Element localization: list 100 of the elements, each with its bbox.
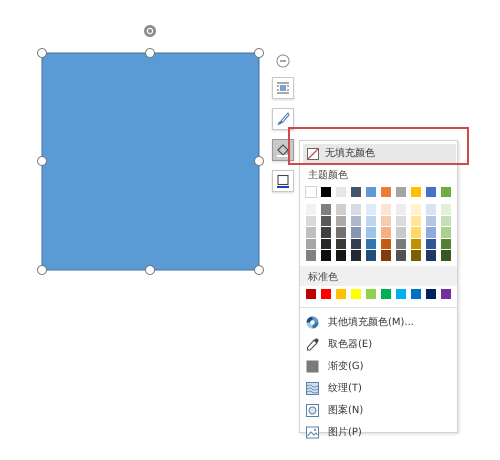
color-swatch[interactable] bbox=[351, 187, 361, 197]
color-swatch[interactable] bbox=[426, 250, 436, 260]
color-swatch[interactable] bbox=[321, 216, 331, 226]
menu-item[interactable]: 其他填充颜色(M)... bbox=[300, 312, 457, 334]
resize-handle[interactable] bbox=[145, 48, 155, 58]
color-swatch[interactable] bbox=[381, 216, 391, 226]
color-swatch[interactable] bbox=[351, 216, 361, 226]
color-swatch[interactable] bbox=[411, 227, 421, 238]
toolbar-button[interactable] bbox=[272, 170, 294, 192]
color-swatch[interactable] bbox=[441, 216, 451, 226]
color-swatch[interactable] bbox=[396, 288, 406, 298]
color-swatch[interactable] bbox=[351, 238, 361, 249]
color-swatch[interactable] bbox=[426, 288, 436, 298]
color-swatch[interactable] bbox=[381, 187, 391, 197]
menu-item[interactable]: 图案(N) bbox=[300, 400, 457, 422]
color-swatch[interactable] bbox=[321, 204, 331, 214]
color-swatch[interactable] bbox=[441, 288, 451, 298]
no-fill-icon bbox=[307, 148, 319, 160]
color-swatch[interactable] bbox=[411, 250, 421, 260]
no-fill-item[interactable]: 无填充颜色 bbox=[303, 144, 456, 163]
color-swatch[interactable] bbox=[396, 227, 406, 238]
color-swatch[interactable] bbox=[426, 238, 436, 249]
color-swatch[interactable] bbox=[381, 204, 391, 214]
color-swatch[interactable] bbox=[321, 250, 331, 260]
color-swatch[interactable] bbox=[381, 288, 391, 298]
section-label: 主题颜色 bbox=[307, 168, 349, 183]
color-swatch[interactable] bbox=[306, 288, 316, 298]
color-swatch[interactable] bbox=[381, 238, 391, 249]
color-swatch[interactable] bbox=[411, 288, 421, 298]
color-swatch[interactable] bbox=[441, 187, 451, 197]
color-swatch[interactable] bbox=[366, 250, 376, 260]
color-swatch[interactable] bbox=[441, 204, 451, 214]
color-swatch[interactable] bbox=[441, 227, 451, 238]
menu-item[interactable]: 取色器(E) bbox=[300, 334, 457, 356]
color-wheel-icon bbox=[306, 316, 319, 329]
resize-handle[interactable] bbox=[254, 156, 264, 166]
color-swatch[interactable] bbox=[336, 204, 346, 214]
collapse-button[interactable] bbox=[276, 54, 290, 68]
color-swatch[interactable] bbox=[396, 204, 406, 214]
color-swatch[interactable] bbox=[381, 250, 391, 260]
color-swatch[interactable] bbox=[381, 227, 391, 238]
pattern-icon bbox=[306, 404, 319, 417]
color-swatch[interactable] bbox=[366, 187, 376, 197]
gradient-icon bbox=[306, 360, 319, 373]
color-swatch[interactable] bbox=[396, 238, 406, 249]
color-swatch[interactable] bbox=[321, 238, 331, 249]
color-swatch[interactable] bbox=[351, 288, 361, 298]
color-swatch[interactable] bbox=[336, 216, 346, 226]
color-swatch[interactable] bbox=[396, 187, 406, 197]
color-swatch[interactable] bbox=[426, 227, 436, 238]
toolbar-button[interactable] bbox=[272, 139, 294, 161]
color-swatch[interactable] bbox=[426, 216, 436, 226]
menu-item[interactable]: 纹理(T) bbox=[300, 378, 457, 400]
color-swatch[interactable] bbox=[336, 187, 346, 197]
menu-item[interactable]: 渐变(G) bbox=[300, 356, 457, 378]
menu-item[interactable]: 图片(P) bbox=[300, 422, 457, 444]
resize-handle[interactable] bbox=[37, 48, 47, 58]
color-swatch[interactable] bbox=[366, 216, 376, 226]
color-swatch[interactable] bbox=[351, 227, 361, 238]
color-swatch[interactable] bbox=[306, 204, 316, 214]
resize-handle[interactable] bbox=[254, 48, 264, 58]
color-swatch[interactable] bbox=[321, 288, 331, 298]
resize-handle[interactable] bbox=[37, 265, 47, 275]
toolbar-button[interactable] bbox=[272, 77, 294, 99]
color-swatch[interactable] bbox=[396, 250, 406, 260]
rotate-handle[interactable] bbox=[144, 25, 156, 37]
color-swatch[interactable] bbox=[366, 227, 376, 238]
color-swatch[interactable] bbox=[366, 238, 376, 249]
border-icon bbox=[276, 174, 290, 188]
color-swatch[interactable] bbox=[336, 288, 346, 298]
resize-handle[interactable] bbox=[145, 265, 155, 275]
color-swatch[interactable] bbox=[396, 216, 406, 226]
color-swatch[interactable] bbox=[411, 216, 421, 226]
color-swatch[interactable] bbox=[426, 204, 436, 214]
toolbar-button[interactable] bbox=[272, 108, 294, 130]
color-swatch[interactable] bbox=[336, 250, 346, 260]
color-swatch[interactable] bbox=[351, 250, 361, 260]
color-swatch[interactable] bbox=[306, 238, 316, 249]
resize-handle[interactable] bbox=[254, 265, 264, 275]
resize-handle[interactable] bbox=[37, 156, 47, 166]
color-swatch[interactable] bbox=[366, 288, 376, 298]
color-swatch[interactable] bbox=[336, 227, 346, 238]
color-swatch[interactable] bbox=[411, 187, 421, 197]
color-swatch[interactable] bbox=[441, 250, 451, 260]
color-swatch[interactable] bbox=[321, 187, 331, 197]
color-swatch[interactable] bbox=[336, 238, 346, 249]
color-swatch[interactable] bbox=[321, 227, 331, 238]
color-swatch[interactable] bbox=[306, 227, 316, 238]
text-wrap-icon bbox=[276, 81, 290, 95]
color-swatch[interactable] bbox=[411, 204, 421, 214]
brush-icon bbox=[276, 112, 290, 126]
color-swatch[interactable] bbox=[306, 216, 316, 226]
color-swatch[interactable] bbox=[351, 204, 361, 214]
color-swatch[interactable] bbox=[366, 204, 376, 214]
color-swatch[interactable] bbox=[441, 238, 451, 249]
color-swatch[interactable] bbox=[306, 187, 316, 197]
paint-bucket-icon bbox=[276, 143, 290, 157]
color-swatch[interactable] bbox=[411, 238, 421, 249]
color-swatch[interactable] bbox=[426, 187, 436, 197]
color-swatch[interactable] bbox=[306, 250, 316, 260]
